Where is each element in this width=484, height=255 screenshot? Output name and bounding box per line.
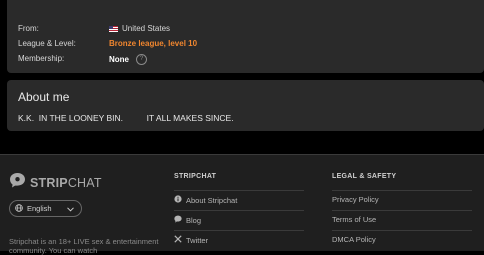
- about-title: About me: [18, 90, 70, 104]
- speech-bubble-logo-icon: [9, 172, 26, 193]
- stripchat-column-heading: STRIPCHAT: [174, 173, 217, 180]
- profile-info-panel: From: United States League & Level: Bron…: [7, 0, 484, 73]
- us-flag-icon: [109, 25, 118, 32]
- footer-link-label: DMCA Policy: [332, 235, 376, 244]
- membership-row: Membership: None ?: [18, 52, 418, 66]
- footer-link-label: Terms of Use: [332, 215, 377, 224]
- from-label: From:: [18, 24, 39, 33]
- footer-link-twitter[interactable]: Twitter: [174, 235, 208, 245]
- site-footer: STRIPCHAT English Stripchat is an 18+ LI…: [0, 154, 484, 255]
- brand-light: CHAT: [67, 175, 102, 190]
- column-divider: [332, 230, 472, 231]
- column-divider: [174, 230, 304, 231]
- language-value: English: [27, 204, 52, 213]
- footer-link-about[interactable]: About Stripchat: [174, 195, 237, 205]
- membership-value: None ?: [109, 54, 147, 65]
- footer-link-label: Privacy Policy: [332, 195, 379, 204]
- league-row: League & Level: Bronze league, level 10: [18, 37, 418, 51]
- membership-label: Membership:: [18, 54, 65, 63]
- footer-blurb: Stripchat is an 18+ LIVE sex & entertain…: [9, 237, 159, 255]
- brand-strong: STRIP: [30, 175, 68, 190]
- chat-bubble-icon: [174, 215, 182, 225]
- footer-link-terms[interactable]: Terms of Use: [332, 215, 376, 224]
- league-value[interactable]: Bronze league, level 10: [109, 39, 197, 48]
- footer-link-label: About Stripchat: [186, 195, 238, 205]
- language-select[interactable]: English: [9, 200, 82, 217]
- globe-icon: [15, 203, 23, 214]
- country-name: United States: [122, 24, 171, 33]
- x-icon: [174, 235, 182, 245]
- footer-link-label: Blog: [186, 215, 202, 225]
- legal-column-heading: LEGAL & SAFETY: [332, 173, 397, 180]
- from-value: United States: [109, 24, 170, 33]
- footer-link-dmca[interactable]: DMCA Policy: [332, 235, 376, 244]
- membership-status: None: [109, 55, 129, 64]
- chevron-down-icon: [67, 205, 74, 214]
- brand-logo[interactable]: STRIPCHAT: [9, 172, 102, 193]
- from-row: From: United States: [18, 22, 418, 36]
- footer-link-label: Twitter: [186, 235, 209, 245]
- footer-link-privacy[interactable]: Privacy Policy: [332, 195, 379, 204]
- column-divider: [332, 210, 472, 211]
- about-panel: About me K.K. IN THE LOONEY BIN. IT ALL …: [7, 80, 484, 131]
- column-divider: [174, 190, 304, 191]
- about-text: K.K. IN THE LOONEY BIN. IT ALL MAKES SIN…: [18, 113, 234, 123]
- column-divider: [332, 190, 472, 191]
- brand-name: STRIPCHAT: [30, 176, 102, 190]
- league-label: League & Level:: [18, 39, 76, 48]
- question-circle-icon[interactable]: ?: [136, 54, 147, 65]
- footer-link-blog[interactable]: Blog: [174, 215, 201, 225]
- info-circle-icon: [174, 195, 182, 205]
- column-divider: [174, 210, 304, 211]
